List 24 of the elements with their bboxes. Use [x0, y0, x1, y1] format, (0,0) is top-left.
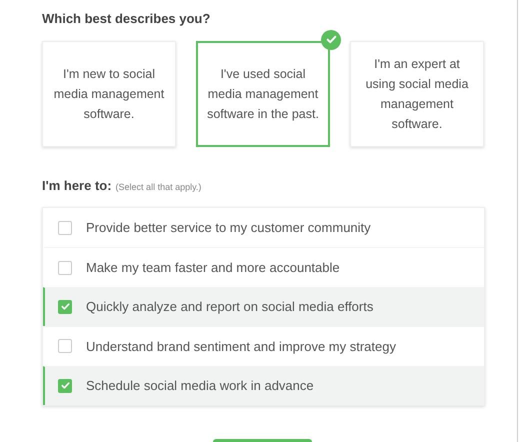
goal-label: Quickly analyze and report on social media efforts: [86, 298, 374, 316]
option-card[interactable]: I'm an expert at using social media management software.: [350, 40, 484, 146]
check-icon: [60, 301, 70, 312]
check-badge-icon: [321, 30, 341, 50]
checkbox[interactable]: [58, 339, 72, 354]
goal-option[interactable]: Provide better service to my customer community: [43, 208, 484, 248]
goal-option[interactable]: Understand brand sentiment and improve my strategy: [43, 326, 484, 366]
check-icon: [60, 380, 70, 392]
option-card[interactable]: I'm new to social media management software.: [42, 40, 176, 146]
goal-label: Schedule social media work in advance: [86, 377, 314, 395]
checkbox[interactable]: [58, 260, 72, 275]
question-title: Which best describes you?: [42, 10, 212, 28]
goal-option[interactable]: Schedule social media work in advance: [43, 366, 484, 405]
goal-option[interactable]: Make my team faster and more accountable: [43, 247, 484, 287]
goals-title: I'm here to:: [42, 176, 112, 194]
checkbox[interactable]: [58, 300, 72, 314]
checkbox[interactable]: [58, 378, 72, 393]
option-card[interactable]: I've used social media management software in the past.: [196, 40, 330, 146]
goals-hint: (Select all that apply.): [116, 180, 202, 194]
goal-option[interactable]: Quickly analyze and report on social media efforts: [43, 286, 484, 326]
goal-label: Make my team faster and more accountable: [86, 258, 340, 277]
goal-label: Understand brand sentiment and improve my strategy: [86, 338, 396, 356]
goal-label: Provide better service to my customer community: [86, 218, 371, 237]
checkbox[interactable]: [58, 220, 72, 235]
